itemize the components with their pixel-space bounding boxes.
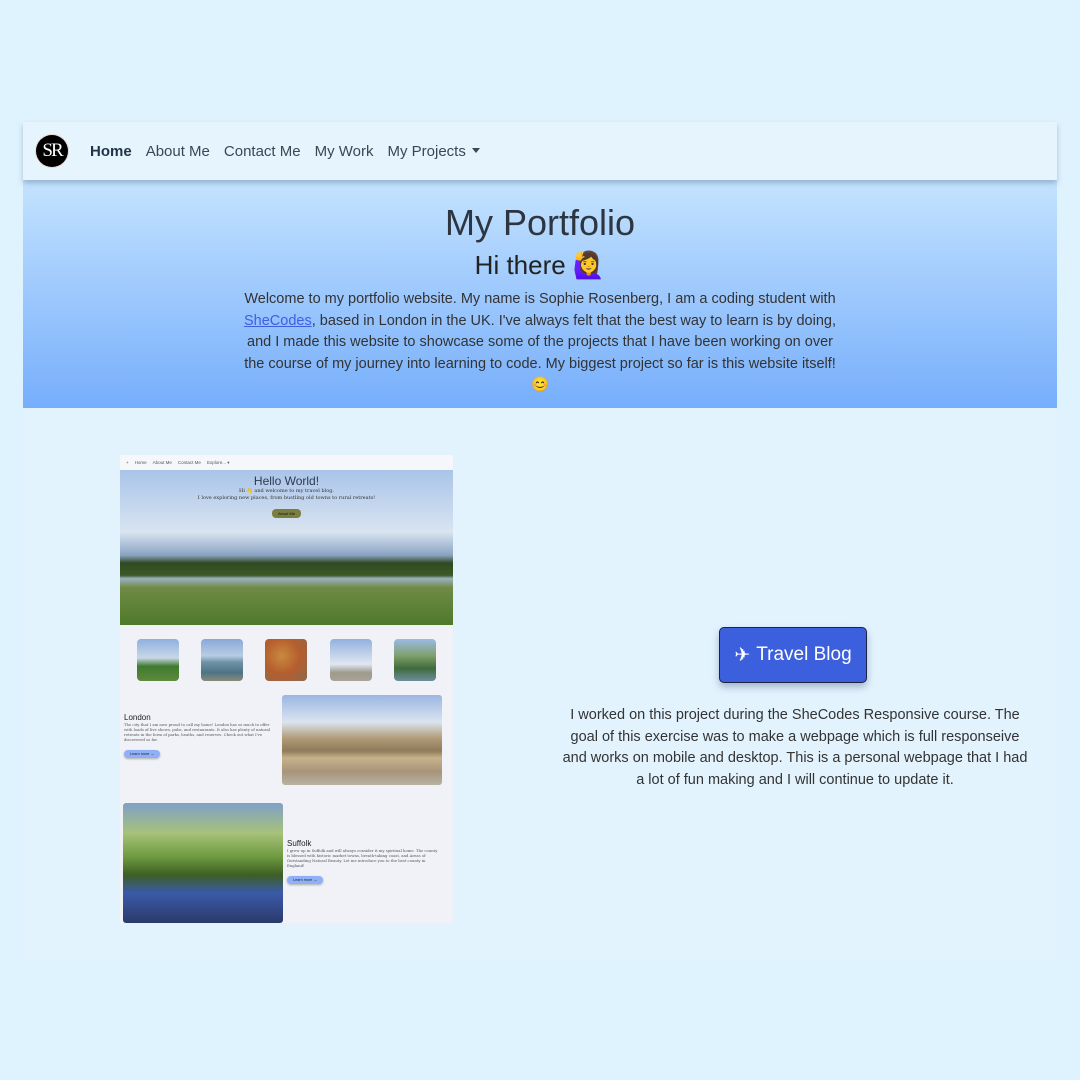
preview-subtitle-2: I love exploring new places, from bustli…: [197, 495, 376, 501]
preview-subtitle-1: Hi 👋 and welcome to my travel blog.: [238, 488, 334, 494]
caret-down-icon: [471, 147, 480, 153]
preview-navbar: + Home About Me Contact Me Explore... ▾: [120, 455, 453, 470]
intro-text: Welcome to my portfolio website. My name…: [235, 289, 845, 397]
suffolk-image: [123, 803, 283, 923]
page-title: My Portfolio: [444, 202, 636, 243]
thumbnail-london-eye: [329, 639, 372, 681]
thumbnail-coast: [137, 639, 180, 681]
navbar: SR Home About Me Contact Me My Work My P…: [23, 122, 1057, 180]
thumbnail-rooftops: [265, 639, 308, 681]
london-image: [282, 695, 442, 785]
travel-blog-screenshot: + Home About Me Contact Me Explore... ▾ …: [120, 455, 453, 923]
project-description: I worked on this project during the SheC…: [562, 707, 1028, 788]
preview-hero-image: Hello World! Hi 👋 and welcome to my trav…: [120, 470, 453, 625]
preview-london-section: London The city that I am now proud to c…: [120, 693, 453, 791]
preview-nav-about: About Me: [152, 460, 172, 465]
intro-text-end: , based in London in the UK. I've always…: [244, 312, 836, 394]
preview-london-button: Learn more →: [124, 750, 161, 758]
preview-london-title: London: [124, 713, 151, 722]
thumbnail-lake: [393, 639, 436, 681]
preview-about-button: About Me: [271, 509, 302, 518]
greeting: Hi there 🙋‍♀️: [474, 250, 606, 280]
preview-title: Hello World!: [253, 474, 320, 488]
preview-nav-home: Home: [134, 460, 147, 465]
preview-suffolk-title: Suffolk: [287, 839, 312, 848]
thumbnail-harbour: [201, 639, 244, 681]
sr-logo[interactable]: SR: [36, 135, 68, 167]
preview-nav-explore: Explore... ▾: [206, 459, 230, 465]
shecodes-link[interactable]: SheCodes: [244, 313, 312, 329]
travel-blog-button[interactable]: ✈ Travel Blog: [719, 627, 867, 683]
nav-my-projects-label: My Projects: [387, 142, 466, 160]
intro-text-start: Welcome to my portfolio website. My name…: [244, 291, 836, 307]
preview-nav-contact: Contact Me: [177, 460, 201, 465]
nav-contact-me[interactable]: Contact Me: [224, 143, 301, 160]
nav-my-work[interactable]: My Work: [315, 143, 374, 160]
travel-blog-label: Travel Blog: [756, 644, 852, 665]
preview-suffolk-section: Suffolk I grew up in Suffolk and will al…: [120, 803, 453, 923]
airplane-icon: ✈: [734, 644, 751, 666]
nav-my-projects-dropdown[interactable]: My Projects: [388, 143, 480, 160]
preview-thumbnails: [120, 625, 453, 693]
nav-about-me[interactable]: About Me: [146, 143, 210, 160]
preview-logo-icon: +: [126, 460, 129, 465]
preview-suffolk-button: Learn more →: [287, 876, 324, 884]
hero-section: My Portfolio Hi there 🙋‍♀️ Welcome to my…: [23, 180, 1057, 408]
nav-home[interactable]: Home: [90, 143, 132, 160]
preview-london-text: The city that I am now proud to call my …: [124, 722, 270, 742]
preview-suffolk-text: I grew up in Suffolk and will always con…: [287, 848, 438, 868]
browser-page: SR Home About Me Contact Me My Work My P…: [23, 122, 1057, 960]
